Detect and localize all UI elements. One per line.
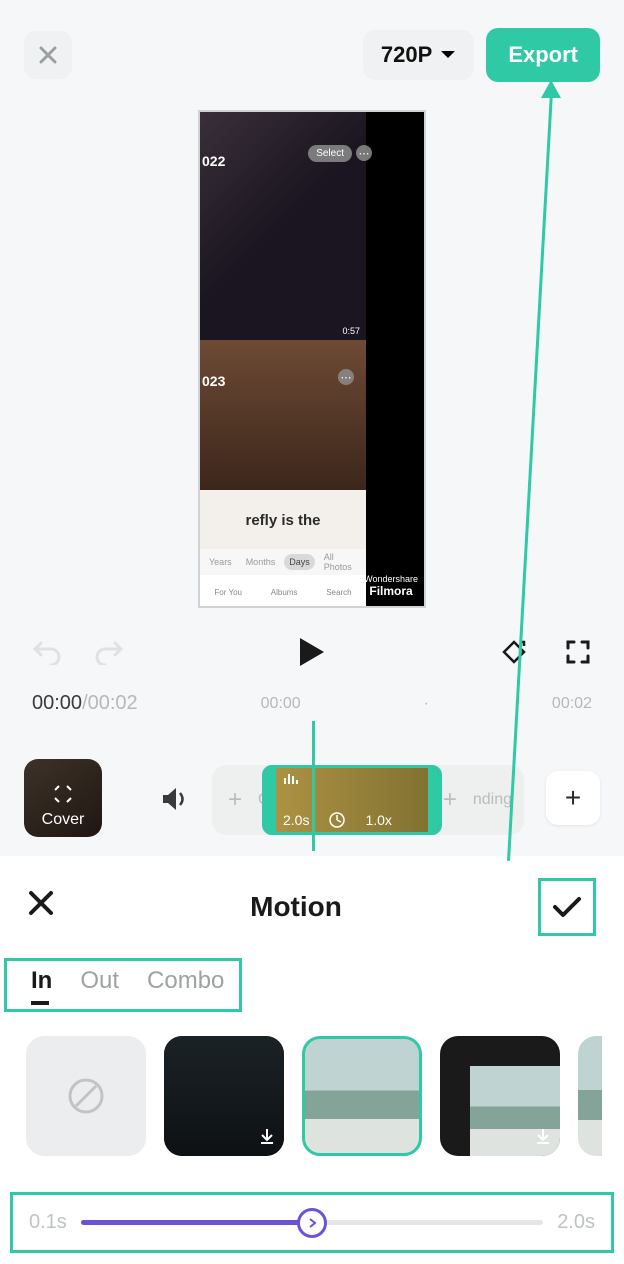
clip-duration: 0:57: [342, 326, 360, 336]
export-label: Export: [508, 42, 578, 67]
slider-max-label: 2.0s: [557, 1211, 595, 1234]
preset-list[interactable]: [0, 1012, 624, 1180]
export-button[interactable]: Export: [486, 28, 600, 82]
download-icon: [258, 1127, 276, 1150]
year-badge-2: 023: [200, 370, 227, 392]
tab-in[interactable]: In: [31, 967, 52, 995]
redo-button[interactable]: [92, 634, 128, 670]
cover-button[interactable]: Cover: [24, 759, 102, 837]
year-badge: 022: [200, 150, 227, 172]
speed-icon: [329, 812, 345, 828]
panel-close-button[interactable]: [28, 890, 54, 924]
preview-clip-2: [200, 340, 366, 490]
clip-duration: 2.0s: [283, 812, 309, 828]
slider-fill: [81, 1220, 312, 1225]
motion-tabs: In Out Combo: [4, 958, 242, 1012]
video-preview[interactable]: 📶 🔋 022 Select ⋯ 0:57 023 ⋯ refly is the…: [0, 110, 624, 616]
cover-label: Cover: [42, 811, 85, 829]
select-pill: Select: [308, 145, 352, 162]
more-icon: ⋯: [356, 145, 372, 161]
time-position: 00:00/00:02: [32, 692, 138, 715]
add-clip-button[interactable]: +: [546, 771, 600, 825]
time-mark-a: 00:00: [261, 695, 301, 713]
play-button[interactable]: [292, 632, 332, 672]
add-opening-icon[interactable]: +: [212, 786, 258, 814]
watermark: Wondershare Filmora: [364, 575, 418, 598]
tab-combo[interactable]: Combo: [147, 967, 224, 995]
preset-item[interactable]: [578, 1036, 602, 1156]
volume-button[interactable]: [160, 785, 190, 818]
selected-clip[interactable]: 2.0s 1.0x: [262, 765, 442, 835]
panel-title: Motion: [250, 891, 342, 923]
duration-slider[interactable]: [81, 1220, 543, 1225]
undo-button[interactable]: [28, 634, 64, 670]
ending-label: nding: [473, 791, 524, 809]
preview-caption: refly is the: [200, 490, 366, 550]
tab-out[interactable]: Out: [80, 967, 119, 995]
slider-min-label: 0.1s: [29, 1211, 67, 1234]
time-separator: ·: [424, 695, 429, 713]
preset-item-selected[interactable]: [302, 1036, 422, 1156]
fullscreen-button[interactable]: [560, 634, 596, 670]
resolution-label: 720P: [381, 42, 432, 68]
preset-item[interactable]: [164, 1036, 284, 1156]
duration-slider-group: 0.1s 2.0s: [10, 1192, 614, 1253]
keyframe-button[interactable]: [496, 634, 532, 670]
preset-item[interactable]: [440, 1036, 560, 1156]
timeline[interactable]: Cover + Open + nding 2.0s 1.0x +: [0, 735, 624, 855]
ios-tabbar: For You Albums Search: [200, 575, 366, 608]
resolution-dropdown[interactable]: 720P: [363, 30, 474, 80]
chevron-down-icon: [440, 50, 456, 60]
more-icon-2: ⋯: [338, 369, 354, 385]
close-button[interactable]: [24, 31, 72, 79]
download-icon: [534, 1127, 552, 1150]
time-mark-b: 00:02: [552, 695, 592, 713]
preset-none[interactable]: [26, 1036, 146, 1156]
clip-handle-right[interactable]: [428, 768, 442, 832]
slider-thumb[interactable]: [297, 1208, 327, 1238]
panel-confirm-button[interactable]: [538, 878, 596, 936]
clip-speed: 1.0x: [365, 812, 391, 828]
clip-handle-left[interactable]: [262, 768, 276, 832]
playhead[interactable]: [312, 721, 315, 851]
none-icon: [66, 1076, 106, 1116]
clip-audio-icon: [283, 772, 301, 791]
motion-panel: Motion In Out Combo 0.1s: [0, 856, 624, 1264]
segment-control: Years Months Days All Photos: [200, 549, 366, 575]
